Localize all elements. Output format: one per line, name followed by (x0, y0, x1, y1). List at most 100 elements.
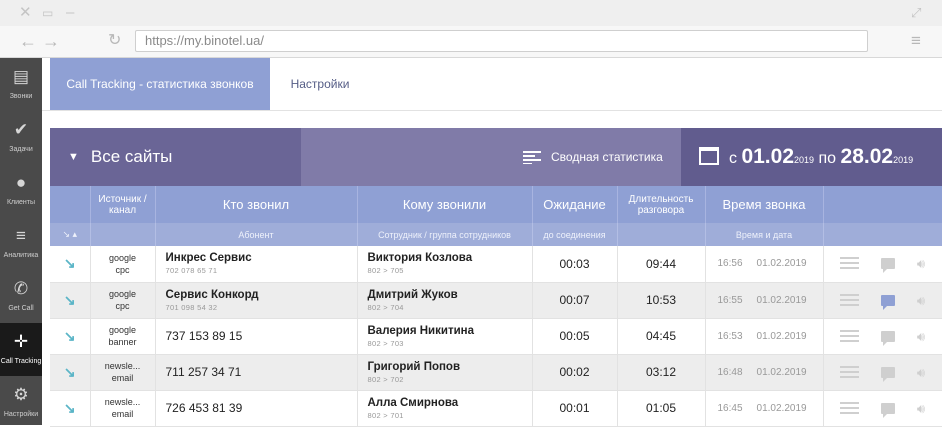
sidebar-item-tasks[interactable]: ✔ Задачи (0, 111, 42, 164)
play-recording-icon[interactable]: 🔊︎ (917, 366, 925, 379)
minimize-window-icon[interactable]: – (66, 4, 74, 22)
back-arrow-icon[interactable]: ← (19, 31, 37, 51)
analytics-icon: ≡ (16, 226, 26, 245)
sidebar-item-calls[interactable]: ▤ Звонки (0, 58, 42, 111)
play-recording-icon[interactable]: 🔊︎ (917, 402, 925, 415)
table-row[interactable]: ↘ newsle... email 711 257 34 71 Григорий… (50, 354, 942, 391)
sidebar-item-label: Клиенты (6, 199, 36, 206)
sidebar-item-label: Звонки (9, 93, 33, 100)
url-text: https://my.binotel.ua/ (145, 33, 264, 48)
play-recording-icon[interactable]: 🔊︎ (917, 257, 925, 270)
tab-call-tracking-stats[interactable]: Call Tracking - статистика звонков (50, 58, 270, 110)
tab-settings[interactable]: Настройки (280, 58, 360, 110)
header-time: Время звонка (705, 186, 824, 223)
source-name: newsle... (104, 361, 141, 371)
subheader-source (90, 223, 156, 246)
table-row[interactable]: ↘ newsle... email 726 453 81 39 Алла Сми… (50, 390, 942, 427)
source-cell: newsle... email (90, 390, 156, 427)
caller-phone: 737 153 89 15 (165, 329, 243, 343)
subheader-time: Время и дата (705, 223, 824, 246)
sidebar-item-analytics[interactable]: ≡ Аналитика (0, 217, 42, 270)
call-date: 01.02.2019 (756, 330, 807, 342)
date-range-picker[interactable]: с 01.022019 по 28.022019 (681, 128, 942, 186)
date-range: с 01.022019 по 28.022019 (699, 128, 913, 189)
source-channel: banner (108, 337, 137, 347)
table-row[interactable]: ↘ google banner 737 153 89 15 Валерия Ни… (50, 318, 942, 355)
source-channel: cpc (115, 264, 130, 275)
callee-extension: 802 > 704 (367, 302, 404, 312)
table-subheader-row: ↘ ▴ Абонент Сотрудник / группа сотрудник… (50, 223, 942, 246)
sidebar-item-get-call[interactable]: ✆ Get Call (0, 270, 42, 323)
wait-time: 00:02 (532, 354, 618, 391)
fullscreen-icon[interactable]: ⤢ (911, 4, 921, 22)
sidebar-item-label: Настройки (3, 411, 39, 418)
restore-window-icon[interactable]: ▭ (42, 4, 53, 22)
sites-label: Все сайты (90, 147, 173, 166)
sidebar-item-settings[interactable]: ⚙ Настройки (0, 376, 42, 429)
incoming-call-icon: ↘ (50, 246, 91, 283)
comment-icon[interactable] (881, 330, 896, 346)
summary-section: Сводная статистика (301, 128, 681, 186)
wait-time: 00:01 (532, 390, 618, 427)
details-list-icon[interactable] (840, 257, 860, 271)
callee-name: Григорий Попов (367, 360, 461, 373)
browser-toolbar: ← → ↻ https://my.binotel.ua/ ☆ ≡ (0, 26, 942, 58)
date-from-year: 2019 (794, 155, 815, 165)
incoming-call-icon: ↘ (50, 354, 91, 391)
calendar-icon (699, 146, 719, 165)
details-list-icon[interactable] (840, 329, 860, 343)
sites-dropdown[interactable]: ▼ Все сайты (68, 128, 172, 188)
incoming-call-icon: ↘ (50, 390, 91, 427)
calls-icon: ▤ (12, 67, 30, 86)
play-recording-icon[interactable]: 🔊︎ (917, 294, 925, 307)
filter-bar: ▼ Все сайты Сводная статистика с 01.02201… (50, 128, 942, 186)
sidebar-item-clients[interactable]: ● Клиенты (0, 164, 42, 217)
source-cell: google cpc (90, 246, 156, 283)
caller-cell[interactable]: Сервис Конкорд 701 098 54 32 (155, 282, 358, 319)
call-duration: 01:05 (617, 390, 706, 427)
caller-cell[interactable]: 726 453 81 39 (155, 390, 358, 427)
caller-cell[interactable]: 737 153 89 15 (155, 318, 358, 355)
call-time: 16:56 (717, 258, 743, 270)
table-row[interactable]: ↘ google cpc Сервис Конкорд 701 098 54 3… (50, 282, 942, 319)
comment-icon[interactable] (881, 366, 896, 382)
summary-stats-button[interactable]: Сводная статистика (523, 128, 663, 186)
forward-arrow-icon[interactable]: → (42, 31, 60, 51)
play-recording-icon[interactable]: 🔊︎ (917, 330, 925, 343)
caller-name: Инкрес Сервис (165, 252, 252, 265)
crosshair-icon: ✛ (13, 332, 29, 351)
close-window-icon[interactable]: ✕ (19, 4, 32, 22)
summary-label: Сводная статистика (551, 150, 663, 164)
callee-name: Виктория Козлова (367, 252, 473, 265)
wait-time: 00:07 (532, 282, 618, 319)
comment-icon[interactable] (881, 294, 896, 310)
callee-extension: 802 > 705 (367, 266, 404, 276)
source-cell: google cpc (90, 282, 156, 319)
source-channel: cpc (115, 301, 130, 311)
caller-cell[interactable]: 711 257 34 71 (155, 354, 358, 391)
actions-cell: 🔊︎ (823, 354, 942, 391)
reload-icon[interactable]: ↻ (108, 31, 121, 51)
comment-icon[interactable] (881, 402, 896, 418)
details-list-icon[interactable] (840, 293, 860, 307)
sort-toggle[interactable]: ↘ ▴ (50, 223, 91, 246)
header-source: Источник / канал (90, 186, 156, 223)
address-bar[interactable]: https://my.binotel.ua/ ☆ (135, 30, 868, 52)
source-cell: newsle... email (90, 354, 156, 391)
callee-extension: 802 > 701 (367, 410, 404, 420)
table-header-row: Источник / канал Кто звонил Кому звонили… (50, 186, 942, 223)
header-caller: Кто звонил (155, 186, 358, 223)
spacer (42, 111, 942, 128)
tab-bar: Call Tracking - статистика звонков Настр… (42, 58, 942, 111)
details-list-icon[interactable] (840, 401, 860, 415)
sidebar-item-call-tracking[interactable]: ✛ Call Tracking (0, 323, 42, 376)
call-date: 01.02.2019 (756, 294, 807, 306)
comment-icon[interactable] (881, 258, 896, 274)
callee-name: Алла Смирнова (367, 396, 459, 409)
callee-cell: Алла Смирнова 802 > 701 (357, 390, 533, 427)
browser-menu-icon[interactable]: ≡ (911, 31, 921, 51)
details-list-icon[interactable] (840, 365, 860, 379)
call-date: 01.02.2019 (756, 366, 807, 378)
table-row[interactable]: ↘ google cpc Инкрес Сервис 702 078 65 71… (50, 246, 942, 283)
caller-cell[interactable]: Инкрес Сервис 702 078 65 71 (155, 246, 358, 283)
